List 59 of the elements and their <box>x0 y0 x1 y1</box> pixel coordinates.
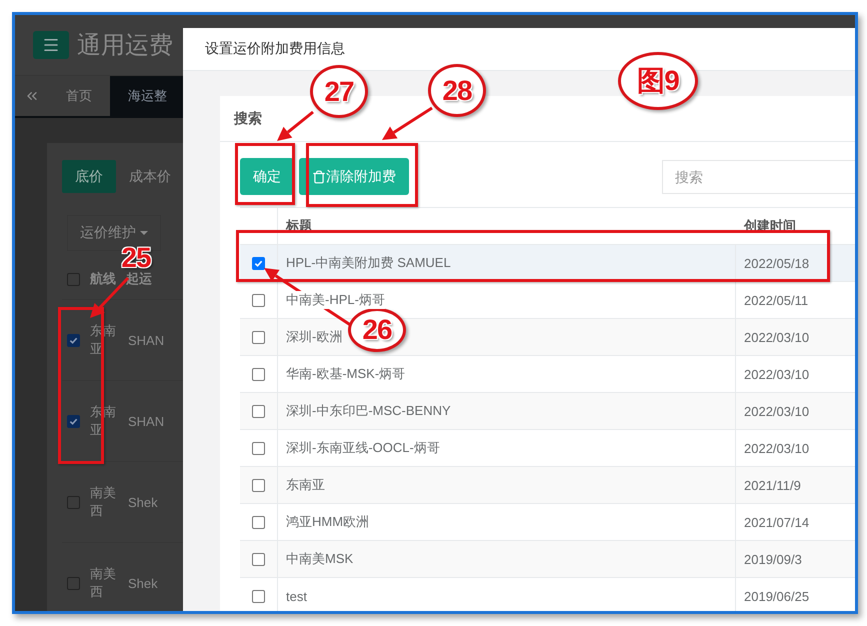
table-cell: Shek <box>128 576 158 590</box>
app-title: 通用运费 <box>77 31 173 61</box>
row-checkbox[interactable] <box>252 552 265 566</box>
table-cell: 2019/06/25 <box>744 588 810 604</box>
table-cell: 深圳-东南亚线-OOCL-炳哥 <box>286 439 440 457</box>
table-cell: 2019/09/3 <box>744 552 802 566</box>
trash-icon <box>312 170 326 184</box>
table-cell: 2022/03/10 <box>744 330 810 344</box>
table-cell: 2022/03/10 <box>744 404 810 418</box>
table-cell: Shek <box>128 494 158 510</box>
page-tab[interactable]: 海运整 <box>110 76 185 116</box>
clear-button[interactable]: 清除附加费 <box>299 158 409 195</box>
row-checkbox[interactable] <box>67 414 80 428</box>
table-cell: 2021/07/14 <box>744 514 810 530</box>
search-field[interactable]: 搜索 <box>662 160 855 194</box>
select-all-checkbox[interactable] <box>67 272 80 286</box>
table-cell: 2021/11/9 <box>744 478 801 492</box>
column-header: 航线 <box>90 270 116 288</box>
highlight-frame <box>235 143 295 205</box>
row-checkbox[interactable] <box>252 590 265 602</box>
table-cell: 2022/05/18 <box>744 256 810 270</box>
table-cell-text: 南美西 <box>90 564 117 601</box>
arrow <box>382 106 433 140</box>
table-cell: SHAN <box>128 414 164 428</box>
menu-icon <box>42 36 60 54</box>
row-checkbox[interactable] <box>252 478 265 492</box>
table-cell: HPL-中南美附加费 SAMUEL <box>286 254 451 272</box>
row-checkbox[interactable] <box>67 334 80 346</box>
row-checkbox[interactable] <box>252 368 265 380</box>
caret-icon <box>140 231 148 235</box>
table-cell-text: 南美西 <box>90 484 117 520</box>
confirm-button[interactable]: 确定 <box>240 158 294 195</box>
dialog-title: 设置运价附加费用信息 <box>205 40 345 58</box>
row-checkbox[interactable] <box>67 496 80 508</box>
table-cell: 深圳-欧洲 <box>286 328 342 346</box>
table-cell: 中南美MSK <box>286 550 354 568</box>
row-checkbox[interactable] <box>252 404 265 418</box>
price-tab[interactable]: 底价 <box>62 160 116 193</box>
column-header: 起运 <box>126 270 152 288</box>
row-checkbox[interactable] <box>252 256 265 270</box>
row-checkbox[interactable] <box>252 330 265 344</box>
price-tab[interactable]: 成本价 <box>116 160 184 193</box>
table-cell: SHAN <box>128 332 164 348</box>
table-cell: 华南-欧基-MSK-炳哥 <box>286 365 406 383</box>
row-checkbox[interactable] <box>252 294 265 306</box>
menu-button[interactable] <box>33 31 69 59</box>
table-cell: 深圳-中东印巴-MSC-BENNY <box>286 402 451 420</box>
panel-title: 搜索 <box>234 110 262 128</box>
page-tab[interactable]: 首页 <box>48 76 110 116</box>
table-cell: 2022/03/10 <box>744 440 810 456</box>
row-checkbox[interactable] <box>67 576 80 590</box>
row-checkbox[interactable] <box>252 442 265 454</box>
row-checkbox[interactable] <box>252 516 265 528</box>
table-cell: 中南美-HPL-炳哥 <box>286 291 385 309</box>
table-cell: 东南亚 <box>286 476 325 494</box>
table-cell: 2022/03/10 <box>744 366 810 382</box>
table-cell: 鸿亚HMM欧洲 <box>286 513 370 531</box>
arrow <box>277 110 314 141</box>
table-cell: 2022/05/11 <box>744 292 808 308</box>
